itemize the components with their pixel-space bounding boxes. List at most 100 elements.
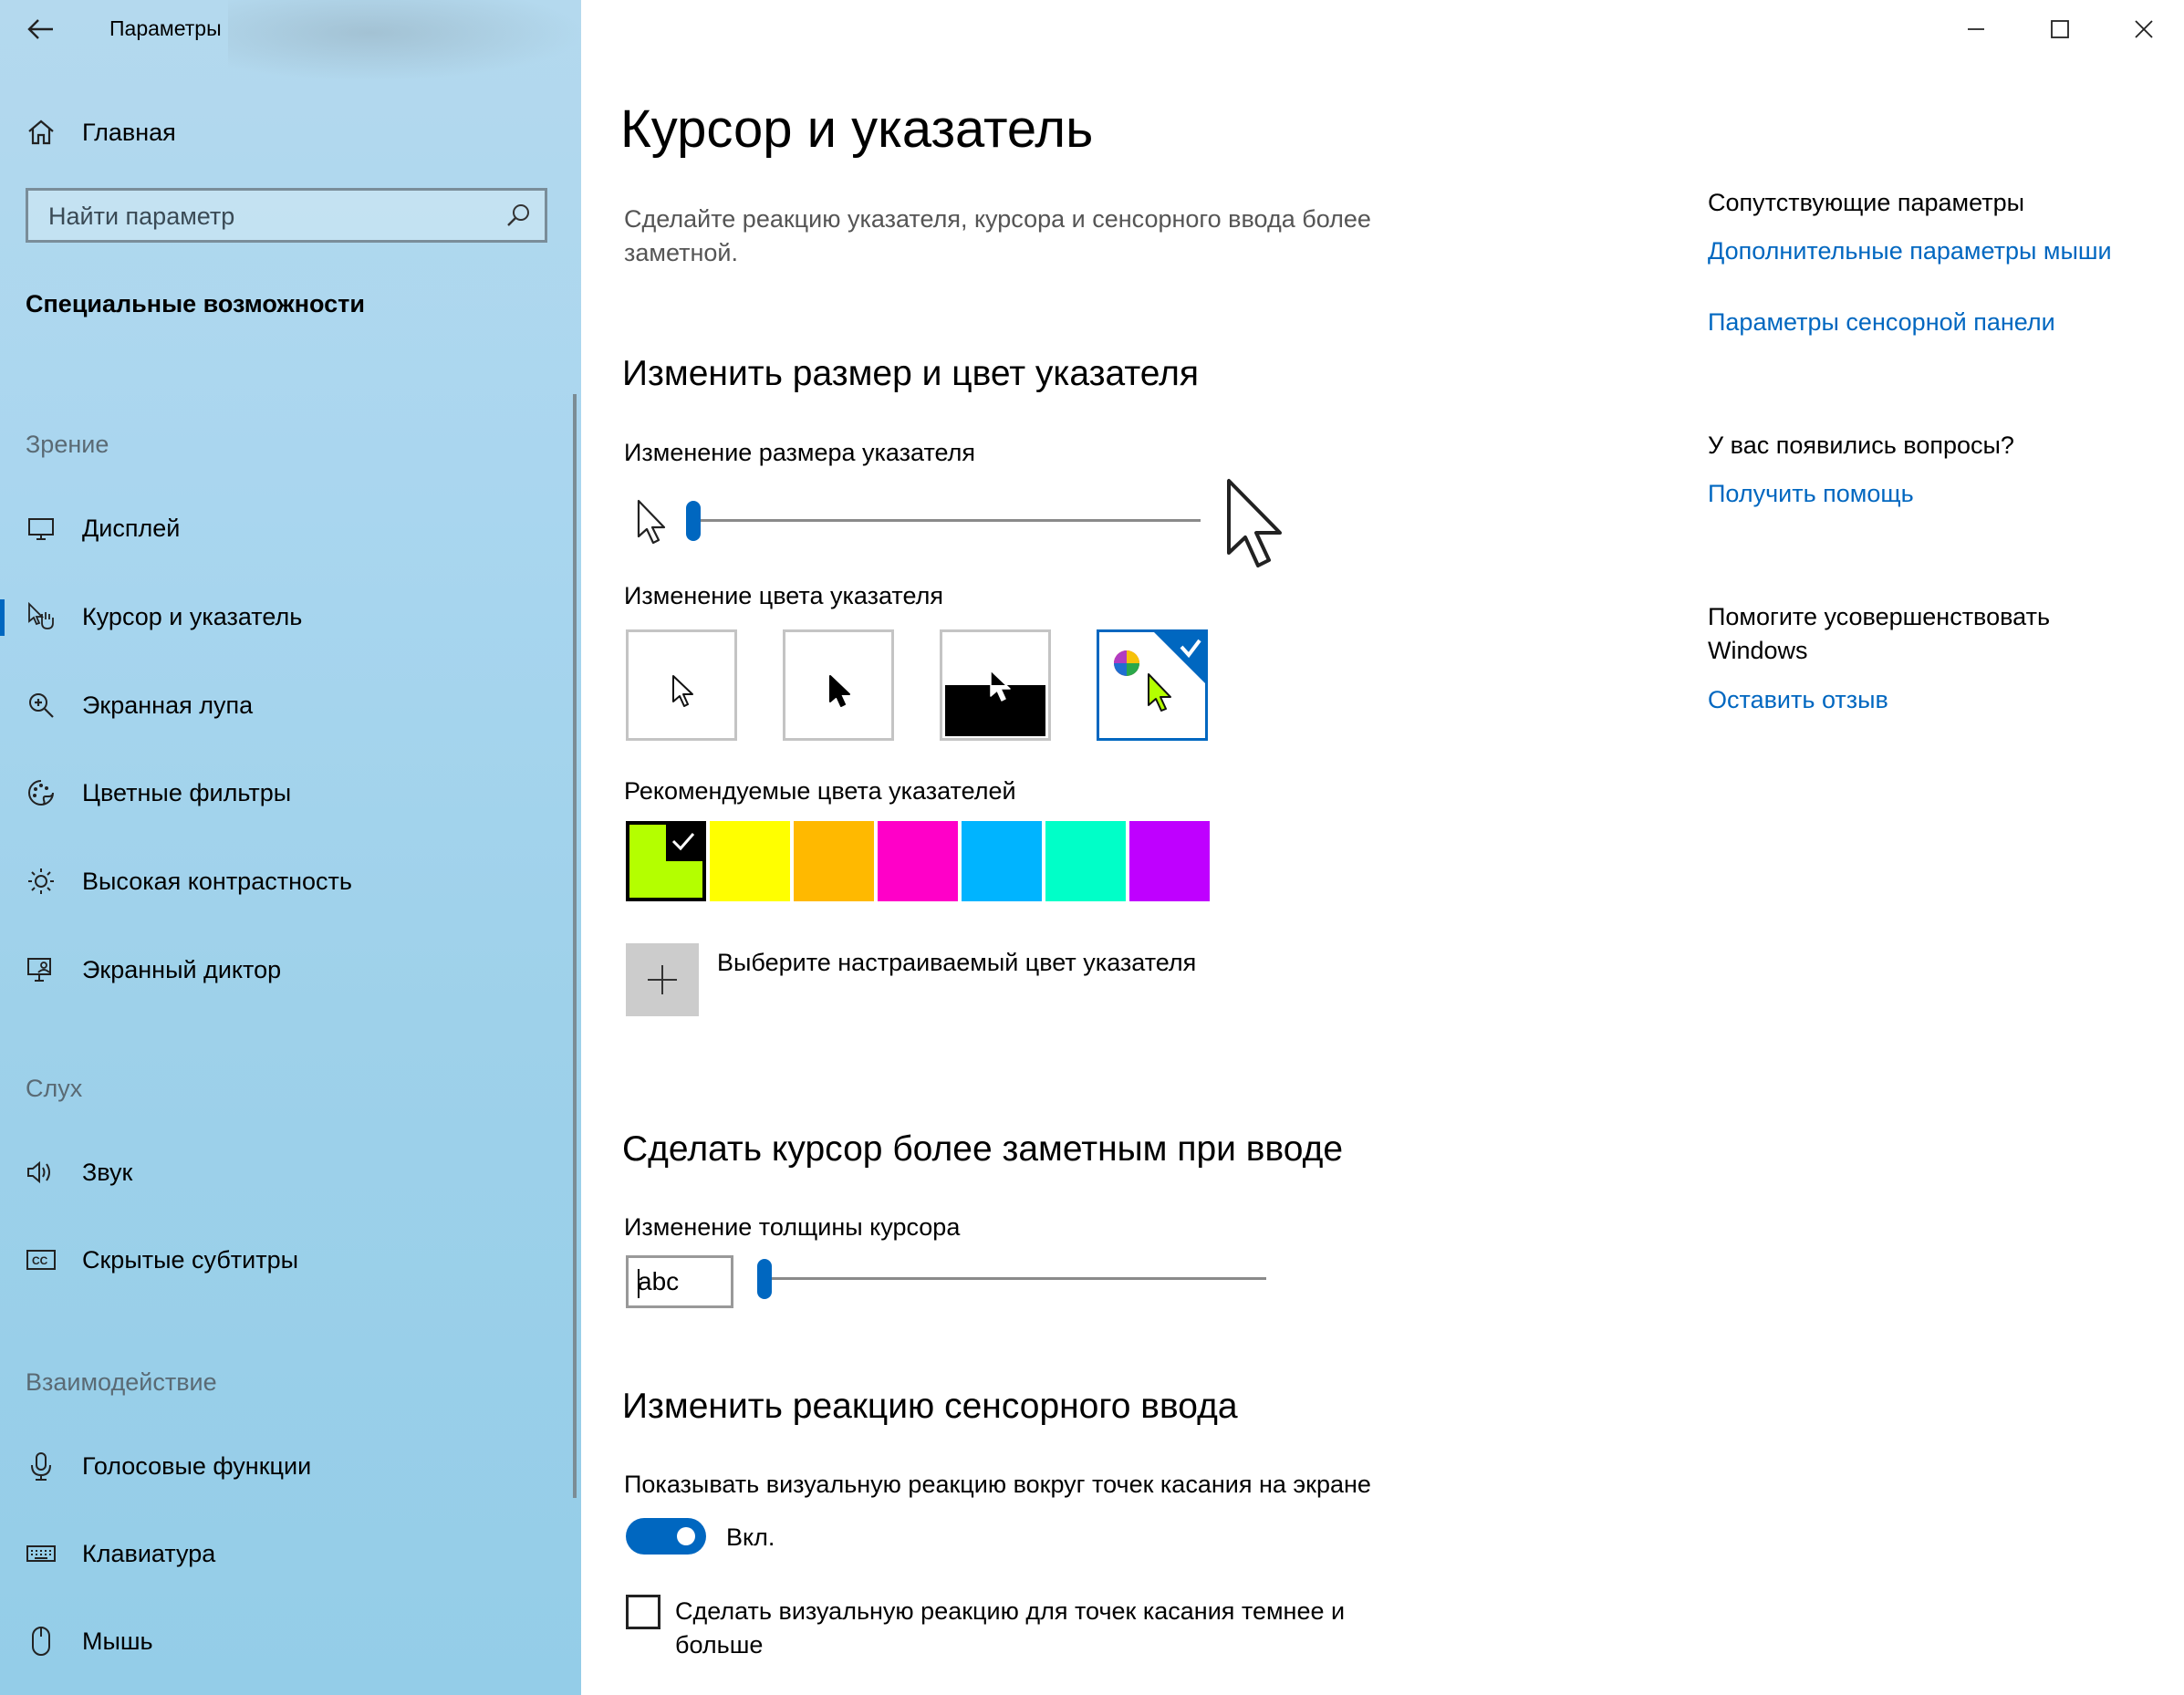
group-label-hearing: Слух: [26, 1075, 83, 1102]
large-pointer-icon: [1227, 479, 1282, 567]
touch-feedback-toggle[interactable]: [626, 1518, 706, 1555]
plus-icon: [648, 965, 677, 994]
page-title: Курсор и указатель: [620, 99, 1094, 159]
category-heading: Специальные возможности: [26, 290, 365, 317]
custom-color-label[interactable]: Выберите настраиваемый цвет указателя: [717, 949, 1196, 977]
sidebar-item-label: Экранная лупа: [82, 691, 254, 719]
search-icon[interactable]: [504, 202, 532, 229]
darker-feedback-label[interactable]: Сделать визуальную реакцию для точек кас…: [675, 1595, 1405, 1662]
pointer-color-label: Изменение цвета указателя: [624, 582, 943, 609]
small-pointer-icon: [637, 499, 666, 545]
maximize-button[interactable]: [2033, 9, 2087, 49]
cursor-thickness-slider-track[interactable]: [763, 1277, 1266, 1280]
cursor-thickness-slider-thumb[interactable]: [757, 1259, 772, 1299]
back-arrow-icon: [27, 19, 53, 39]
link-get-help[interactable]: Получить помощь: [1708, 480, 1914, 508]
high-contrast-icon: [26, 866, 57, 897]
recommended-color-swatch[interactable]: [878, 821, 958, 901]
mouse-icon: [26, 1626, 57, 1657]
recommended-color-swatch[interactable]: [626, 821, 706, 901]
pointer-size-label: Изменение размера указателя: [624, 439, 976, 466]
sidebar-item-display[interactable]: Дисплей: [0, 500, 581, 556]
pointer-color-inverted-option[interactable]: [940, 629, 1051, 741]
sidebar-item-sound[interactable]: Звук: [0, 1144, 581, 1201]
pointer-color-white-option[interactable]: [626, 629, 737, 741]
close-button[interactable]: [2116, 9, 2171, 49]
sidebar-item-magnifier[interactable]: Экранная лупа: [0, 677, 581, 733]
sidebar-item-label: Высокая контрастность: [82, 867, 352, 895]
group-label-vision: Зрение: [26, 431, 109, 458]
close-icon: [2135, 20, 2153, 38]
cursor-pointer-icon: [26, 601, 57, 632]
sidebar-item-cursor-pointer[interactable]: Курсор и указатель: [0, 588, 581, 645]
group-label-interaction: Взаимодействие: [26, 1368, 217, 1396]
sidebar-item-label: Дисплей: [82, 514, 181, 542]
pointer-color-black-option[interactable]: [783, 629, 894, 741]
sidebar-item-speech[interactable]: Голосовые функции: [0, 1438, 581, 1494]
sidebar-item-label: Клавиатура: [82, 1539, 216, 1567]
touch-feedback-label: Показывать визуальную реакцию вокруг точ…: [624, 1471, 1371, 1498]
display-icon: [26, 513, 57, 544]
svg-text:CC: CC: [32, 1254, 48, 1267]
pointer-size-slider-thumb[interactable]: [686, 501, 701, 541]
improve-windows-heading: Помогите усовершенствовать Windows: [1708, 603, 2051, 664]
darker-feedback-checkbox[interactable]: [626, 1595, 660, 1629]
recommended-colors-label: Рекомендуемые цвета указателей: [624, 777, 1016, 805]
narrator-icon: [26, 954, 57, 985]
minimize-icon: [1968, 28, 1984, 30]
section-title-touch: Изменить реакцию сенсорного ввода: [622, 1387, 1238, 1426]
sidebar-item-mouse[interactable]: Мышь: [0, 1613, 581, 1669]
sidebar-item-closed-captions[interactable]: CC Скрытые субтитры: [0, 1232, 581, 1288]
sidebar-item-label: Цветные фильтры: [82, 778, 292, 806]
sidebar-item-label: Голосовые функции: [82, 1451, 312, 1480]
recommended-color-swatch[interactable]: [710, 821, 790, 901]
cursor-thickness-label: Изменение толщины курсора: [624, 1213, 961, 1241]
page-description: Сделайте реакцию указателя, курсора и се…: [624, 205, 1371, 266]
sidebar-item-label: Экранный диктор: [82, 955, 282, 983]
toggle-knob: [677, 1527, 695, 1545]
link-additional-mouse-settings[interactable]: Дополнительные параметры мыши: [1708, 237, 2112, 265]
maximize-icon: [2051, 20, 2069, 38]
link-touchpad-settings[interactable]: Параметры сенсорной панели: [1708, 308, 2055, 337]
sidebar-scrollbar[interactable]: [573, 394, 577, 1498]
sidebar-item-label: Главная: [82, 118, 176, 146]
back-button[interactable]: [20, 11, 62, 47]
recommended-color-swatch[interactable]: [794, 821, 874, 901]
search-box[interactable]: [26, 188, 547, 243]
inverted-pointer-icon: [990, 670, 1011, 702]
link-give-feedback[interactable]: Оставить отзыв: [1708, 686, 1888, 714]
minimize-button[interactable]: [1949, 9, 2003, 49]
black-pointer-icon: [829, 675, 850, 707]
sidebar-item-home[interactable]: Главная: [0, 104, 581, 161]
custom-color-button[interactable]: [626, 943, 699, 1016]
sidebar-item-high-contrast[interactable]: Высокая контрастность: [0, 853, 581, 910]
sidebar-item-label: Мышь: [82, 1627, 153, 1655]
section-title-cursor: Сделать курсор более заметным при вводе: [622, 1129, 1344, 1169]
sidebar: Параметры Главная Специальные возможност…: [0, 0, 581, 1695]
related-settings-heading: Сопутствующие параметры: [1708, 189, 2025, 216]
microphone-icon: [26, 1451, 57, 1482]
sound-icon: [26, 1157, 57, 1188]
pointer-color-custom-option[interactable]: [1097, 629, 1208, 741]
sidebar-item-narrator[interactable]: Экранный диктор: [0, 941, 581, 998]
sidebar-item-label: Курсор и указатель: [82, 602, 303, 630]
color-filters-icon: [26, 777, 57, 808]
sidebar-item-keyboard[interactable]: Клавиатура: [0, 1525, 581, 1582]
preview-text: abc: [638, 1267, 680, 1295]
closed-captions-icon: CC: [26, 1244, 57, 1275]
recommended-color-swatch[interactable]: [1129, 821, 1210, 901]
recommended-color-swatch[interactable]: [1045, 821, 1126, 901]
questions-heading: У вас появились вопросы?: [1708, 432, 2014, 459]
toggle-state-label: Вкл.: [726, 1523, 775, 1551]
cursor-thickness-preview: abc: [626, 1255, 733, 1308]
text-caret: [638, 1269, 640, 1298]
recommended-color-swatch[interactable]: [962, 821, 1042, 901]
pointer-size-slider-track[interactable]: [690, 519, 1201, 522]
selected-check-icon: [666, 825, 702, 861]
section-title-pointer: Изменить размер и цвет указателя: [622, 354, 1200, 393]
sidebar-backdrop: [228, 0, 581, 82]
sidebar-item-color-filters[interactable]: Цветные фильтры: [0, 764, 581, 821]
search-input[interactable]: [28, 191, 506, 242]
active-indicator: [0, 599, 5, 636]
app-title: Параметры: [109, 16, 222, 40]
